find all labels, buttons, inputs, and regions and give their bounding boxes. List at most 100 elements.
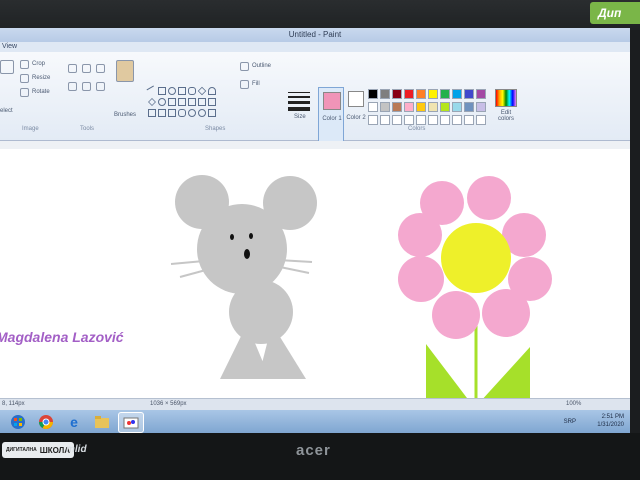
down-arrow-shape-icon[interactable] xyxy=(208,98,216,106)
resize-button[interactable]: Resize xyxy=(32,75,50,81)
pentagon-shape-icon[interactable] xyxy=(158,98,166,106)
star-6-shape-icon[interactable] xyxy=(168,109,176,117)
paint-icon xyxy=(123,417,139,428)
palette-empty-swatch[interactable] xyxy=(380,115,390,125)
palette-color-swatch[interactable] xyxy=(428,89,438,99)
fill-bucket-icon[interactable] xyxy=(82,64,91,73)
tray-date[interactable]: 1/31/2020 xyxy=(597,421,624,429)
palette-color-swatch[interactable] xyxy=(392,89,402,99)
star-5-shape-icon[interactable] xyxy=(158,109,166,117)
diamond-shape-icon[interactable] xyxy=(148,98,156,106)
tray-language[interactable]: SRP xyxy=(564,418,576,426)
taskbar-ie[interactable]: e xyxy=(62,412,86,431)
outline-dropdown[interactable]: Outline xyxy=(252,63,271,69)
color2-button[interactable]: Color 2 xyxy=(346,87,366,147)
rounded-rectangle-shape-icon[interactable] xyxy=(188,87,196,95)
chrome-icon xyxy=(39,414,53,429)
palette-empty-swatch[interactable] xyxy=(476,115,486,125)
hexagon-shape-icon[interactable] xyxy=(168,98,176,106)
edit-colors-button[interactable]: Edit colors xyxy=(494,110,518,122)
palette-color-swatch[interactable] xyxy=(428,102,438,112)
outline-icon[interactable] xyxy=(240,62,249,71)
system-tray: SRP 2:51 PM 1/31/2020 xyxy=(564,413,624,429)
tray-time[interactable]: 2:51 PM xyxy=(597,413,624,421)
fill-icon[interactable] xyxy=(240,80,249,89)
palette-color-swatch[interactable] xyxy=(416,102,426,112)
palette-color-swatch[interactable] xyxy=(404,102,414,112)
heart-shape-icon[interactable] xyxy=(208,109,216,117)
palette-empty-swatch[interactable] xyxy=(416,115,426,125)
rectangle-shape-icon[interactable] xyxy=(178,87,186,95)
palette-color-swatch[interactable] xyxy=(452,102,462,112)
palette-empty-swatch[interactable] xyxy=(440,115,450,125)
rotate-icon[interactable] xyxy=(20,88,29,97)
flower-petal xyxy=(432,291,480,339)
color1-button[interactable]: Color 1 xyxy=(318,87,344,147)
sticker-small-text: ДИГИТАЛНА xyxy=(6,447,37,453)
mouse-nose xyxy=(244,249,250,259)
palette-color-swatch[interactable] xyxy=(404,89,414,99)
palette-color-swatch[interactable] xyxy=(476,89,486,99)
line-shape-icon[interactable] xyxy=(146,85,158,97)
callout-cloud-shape-icon[interactable] xyxy=(198,109,206,117)
palette-empty-swatch[interactable] xyxy=(404,115,414,125)
taskbar-explorer[interactable] xyxy=(90,412,114,431)
tab-view[interactable]: View xyxy=(2,43,17,50)
palette-color-swatch[interactable] xyxy=(368,89,378,99)
taskbar-paint[interactable] xyxy=(118,412,144,433)
start-button[interactable] xyxy=(6,412,30,431)
mouse-drawing xyxy=(175,175,317,379)
right-arrow-shape-icon[interactable] xyxy=(178,98,186,106)
shapes-gallery xyxy=(146,85,230,121)
magnifier-icon[interactable] xyxy=(96,82,105,91)
triangle-shape-icon[interactable] xyxy=(208,87,216,95)
palette-empty-swatch[interactable] xyxy=(452,115,462,125)
size-button[interactable]: Size xyxy=(294,114,306,120)
palette-color-swatch[interactable] xyxy=(416,89,426,99)
palette-color-swatch[interactable] xyxy=(440,89,450,99)
oval-shape-icon[interactable] xyxy=(168,87,176,95)
select-icon[interactable] xyxy=(0,60,14,74)
palette-color-swatch[interactable] xyxy=(380,102,390,112)
canvas-area: Magdalena Lazović xyxy=(0,141,630,419)
ribbon: elect Crop Resize Rotate Image Tools Bru… xyxy=(0,52,630,147)
palette-color-swatch[interactable] xyxy=(464,102,474,112)
palette-empty-swatch[interactable] xyxy=(464,115,474,125)
resize-icon[interactable] xyxy=(20,74,29,83)
taskbar-chrome[interactable] xyxy=(34,412,58,431)
callout-rect-shape-icon[interactable] xyxy=(178,109,186,117)
star-4-shape-icon[interactable] xyxy=(148,109,156,117)
flower-petal xyxy=(398,256,444,302)
eraser-icon[interactable] xyxy=(68,82,77,91)
brushes-button[interactable]: Brushes xyxy=(114,112,136,118)
palette-color-swatch[interactable] xyxy=(464,89,474,99)
callout-oval-shape-icon[interactable] xyxy=(188,109,196,117)
text-icon[interactable] xyxy=(96,64,105,73)
polygon-shape-icon[interactable] xyxy=(197,86,207,96)
fill-dropdown[interactable]: Fill xyxy=(252,81,260,87)
size-icon[interactable] xyxy=(288,92,310,114)
drawing-canvas[interactable]: Magdalena Lazović xyxy=(0,149,630,419)
rotate-button[interactable]: Rotate xyxy=(32,89,50,95)
crop-icon[interactable] xyxy=(20,60,29,69)
palette-color-swatch[interactable] xyxy=(392,102,402,112)
cursor-position: 8, 114px xyxy=(2,401,25,407)
palette-color-swatch[interactable] xyxy=(452,89,462,99)
palette-empty-swatch[interactable] xyxy=(368,115,378,125)
mouse-right-eye xyxy=(249,233,253,239)
brushes-icon[interactable] xyxy=(116,60,134,82)
palette-color-swatch[interactable] xyxy=(440,102,450,112)
crop-button[interactable]: Crop xyxy=(32,61,45,67)
edit-colors-icon[interactable] xyxy=(495,89,517,107)
palette-color-swatch[interactable] xyxy=(380,89,390,99)
palette-empty-swatch[interactable] xyxy=(392,115,402,125)
palette-empty-swatch[interactable] xyxy=(428,115,438,125)
select-button[interactable]: elect xyxy=(0,108,13,114)
left-arrow-shape-icon[interactable] xyxy=(188,98,196,106)
palette-color-swatch[interactable] xyxy=(476,102,486,112)
curve-shape-icon[interactable] xyxy=(158,87,166,95)
color-picker-icon[interactable] xyxy=(82,82,91,91)
up-arrow-shape-icon[interactable] xyxy=(198,98,206,106)
pencil-icon[interactable] xyxy=(68,64,77,73)
palette-color-swatch[interactable] xyxy=(368,102,378,112)
